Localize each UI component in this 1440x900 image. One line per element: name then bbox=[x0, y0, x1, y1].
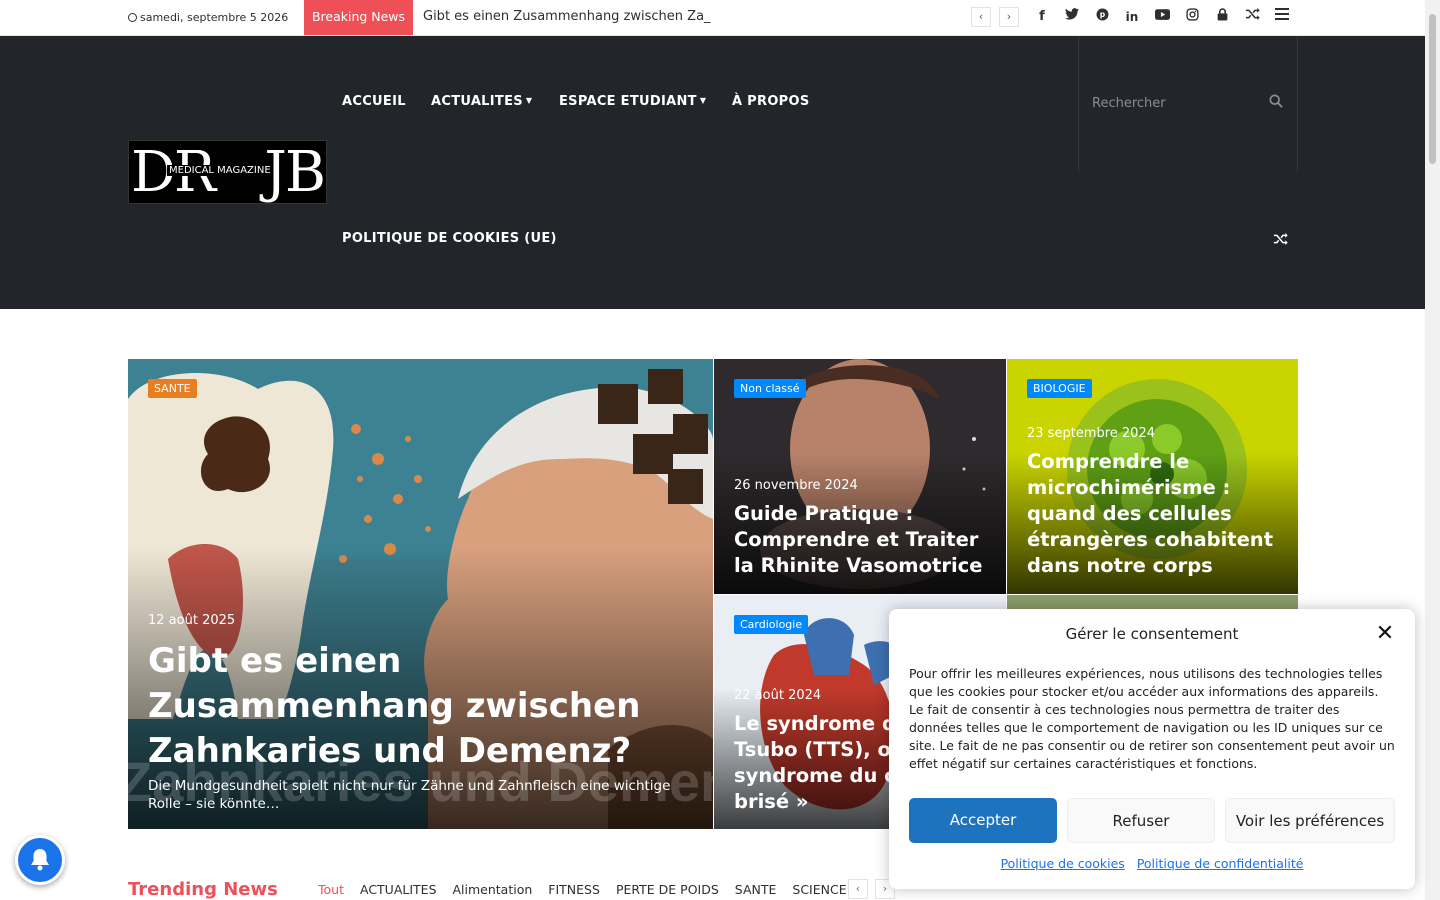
category-tag[interactable]: Non classé bbox=[734, 379, 806, 398]
nav-actualites[interactable]: ACTUALITES ▼ bbox=[431, 94, 532, 109]
consent-title: Gérer le consentement bbox=[1065, 625, 1239, 643]
consent-text: Pour offrir les meilleures expériences, … bbox=[909, 666, 1395, 771]
filter-fitness[interactable]: FITNESS bbox=[548, 882, 600, 897]
facebook-icon[interactable]: f bbox=[1032, 8, 1052, 28]
post-date: 12 août 2025 bbox=[148, 613, 236, 628]
menu-icon[interactable] bbox=[1272, 8, 1292, 28]
cookie-policy-link[interactable]: Politique de cookies bbox=[1001, 856, 1125, 871]
caret-down-icon: ▼ bbox=[699, 96, 707, 105]
logo-text-right: JB bbox=[264, 140, 326, 205]
trending-news-title: Trending News bbox=[128, 879, 278, 900]
linkedin-icon[interactable]: in bbox=[1122, 8, 1142, 28]
consent-links: Politique de cookies Politique de confid… bbox=[889, 856, 1415, 871]
trending-filters: Tout ACTUALITES Alimentation FITNESS PERTE D… bbox=[318, 882, 863, 897]
scrollbar-thumb[interactable] bbox=[1429, 14, 1436, 164]
post-excerpt: Die Mundgesundheit spielt nicht nur für … bbox=[148, 778, 671, 812]
post-title[interactable]: Gibt es einen Zusammenhang zwischen Zahn… bbox=[148, 639, 693, 774]
twitter-icon[interactable] bbox=[1062, 8, 1082, 28]
breaking-news-label: Breaking News bbox=[304, 0, 413, 35]
post-date: 22 août 2024 bbox=[734, 688, 822, 703]
close-icon[interactable]: ✕ bbox=[1375, 623, 1395, 645]
nav-accueil[interactable]: ACCUEIL bbox=[342, 94, 406, 109]
breaking-news-ticker[interactable]: Gibt es einen Zusammenhang zwischen Za_ bbox=[423, 9, 713, 24]
featured-card-3[interactable]: BIOLOGIE 23 septembre 2024 Comprendre le… bbox=[1007, 359, 1298, 594]
filter-science[interactable]: SCIENCE bbox=[792, 882, 846, 897]
search-input[interactable] bbox=[1092, 91, 1262, 115]
youtube-icon[interactable] bbox=[1152, 8, 1172, 28]
notification-bell-button[interactable] bbox=[15, 835, 65, 885]
post-date: 23 septembre 2024 bbox=[1027, 426, 1155, 441]
nav-espace-etudiant[interactable]: ESPACE ETUDIANT ▼ bbox=[559, 94, 706, 109]
preferences-button[interactable]: Voir les préférences bbox=[1225, 798, 1395, 843]
site-header: DR JB MEDICAL MAGAZINE ACCUEIL ACTUALITE… bbox=[0, 36, 1425, 309]
pinterest-icon[interactable]: p bbox=[1092, 8, 1112, 28]
svg-text:p: p bbox=[1099, 10, 1105, 19]
featured-card-2[interactable]: Non classé 26 novembre 2024 Guide Pratiq… bbox=[714, 359, 1006, 594]
instagram-icon[interactable] bbox=[1182, 8, 1202, 28]
current-date: samedi, septembre 5 2026 bbox=[128, 11, 288, 24]
search-icon[interactable] bbox=[1269, 94, 1283, 108]
lock-icon[interactable] bbox=[1212, 8, 1232, 28]
random-article-icon[interactable] bbox=[1270, 230, 1290, 250]
top-bar: samedi, septembre 5 2026 Breaking News G… bbox=[0, 0, 1425, 36]
refuse-button[interactable]: Refuser bbox=[1067, 798, 1215, 843]
random-icon[interactable] bbox=[1242, 8, 1262, 28]
category-tag[interactable]: Cardiologie bbox=[734, 615, 809, 634]
bell-icon bbox=[31, 849, 49, 871]
clock-icon bbox=[128, 13, 137, 22]
category-tag[interactable]: BIOLOGIE bbox=[1027, 379, 1092, 398]
post-date: 26 novembre 2024 bbox=[734, 478, 858, 493]
ticker-prev-button[interactable]: ‹ bbox=[971, 7, 991, 27]
cookie-consent-dialog: Gérer le consentement ✕ Pour offrir les … bbox=[889, 609, 1415, 889]
privacy-policy-link[interactable]: Politique de confidentialité bbox=[1137, 856, 1304, 871]
nav-politique-cookies[interactable]: POLITIQUE DE COOKIES (UE) bbox=[342, 231, 557, 246]
accept-button[interactable]: Accepter bbox=[909, 798, 1057, 843]
logo-subtitle: MEDICAL MAGAZINE bbox=[167, 165, 273, 176]
site-logo[interactable]: DR JB MEDICAL MAGAZINE bbox=[128, 140, 327, 205]
filter-perte-de-poids[interactable]: PERTE DE POIDS bbox=[616, 882, 719, 897]
post-title[interactable]: Comprendre le microchimérisme : quand de… bbox=[1027, 449, 1278, 579]
filter-actualites[interactable]: ACTUALITES bbox=[360, 882, 437, 897]
featured-card-main[interactable]: Zahnkaries und Demenz SANTE 12 août 2025… bbox=[128, 359, 713, 829]
nav-a-propos[interactable]: À PROPOS bbox=[732, 94, 810, 109]
caret-down-icon: ▼ bbox=[525, 96, 533, 105]
header-search bbox=[1078, 36, 1298, 172]
ticker-next-button[interactable]: › bbox=[999, 7, 1019, 27]
filter-alimentation[interactable]: Alimentation bbox=[453, 882, 533, 897]
filter-tout[interactable]: Tout bbox=[318, 882, 344, 897]
trending-prev-button[interactable]: ‹ bbox=[848, 879, 868, 899]
category-tag[interactable]: SANTE bbox=[148, 379, 197, 398]
filter-sante[interactable]: SANTE bbox=[735, 882, 777, 897]
page-scrollbar[interactable] bbox=[1425, 0, 1440, 900]
post-title[interactable]: Guide Pratique : Comprendre et Traiter l… bbox=[734, 501, 986, 579]
